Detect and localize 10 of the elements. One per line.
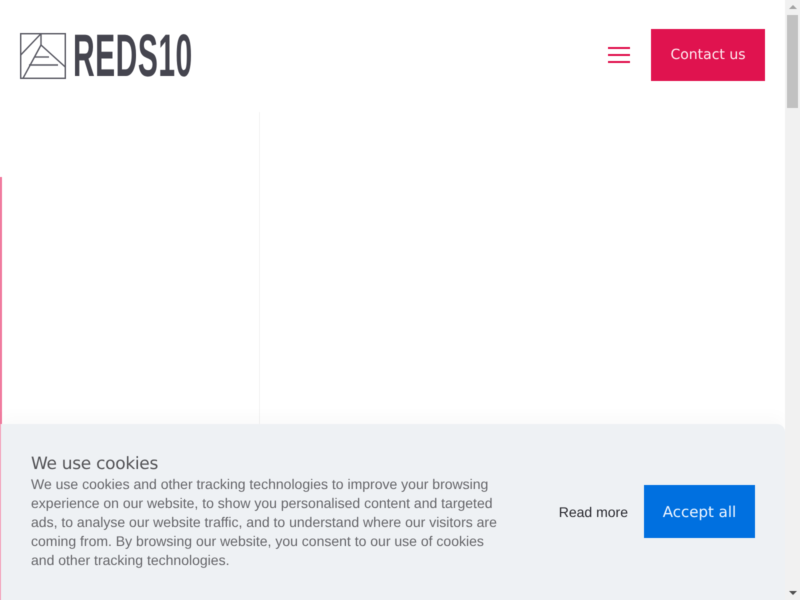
scroll-down-icon[interactable] — [788, 591, 796, 595]
read-more-link[interactable]: Read more — [558, 504, 628, 520]
scrollbar-thumb[interactable] — [787, 15, 798, 108]
accept-all-button[interactable]: Accept all — [644, 485, 755, 538]
contact-button[interactable]: Contact us — [651, 29, 765, 81]
logo-text: REDS10 — [73, 32, 194, 78]
menu-icon[interactable] — [608, 47, 630, 63]
cookie-message: We use cookies and other tracking technologies to improve your browsing experience on our website, to show you personalised content and targeted ads, to analyse our website traffic, and to understand where our visitors are coming from. By browsing our website, you consent to our use of cookies and other tracking technologies. — [31, 475, 498, 570]
logo-icon — [20, 32, 66, 78]
cookie-title: We use cookies — [31, 454, 160, 474]
